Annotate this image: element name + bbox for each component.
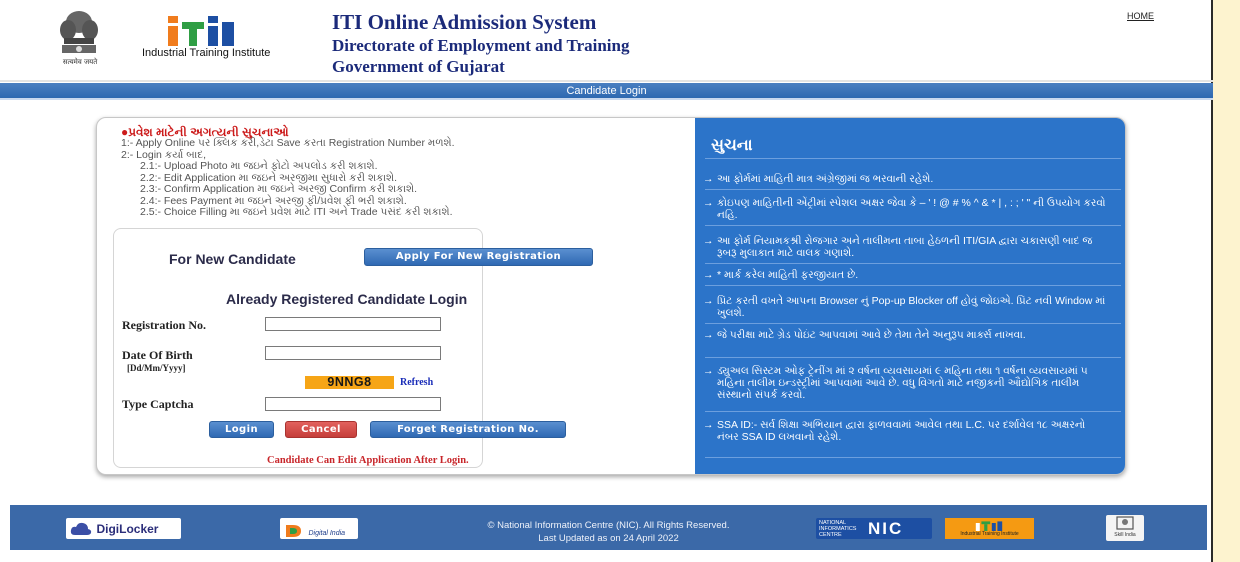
- iti-footer-icon: [975, 521, 1003, 531]
- registration-no-label: Registration No.: [122, 318, 206, 332]
- iti-logo-icon: [168, 16, 234, 46]
- site-header: सत्यमेव जयते Industrial Training Institu…: [0, 0, 1213, 82]
- dob-input[interactable]: [265, 346, 441, 360]
- edit-application-note: Candidate Can Edit Application After Log…: [267, 455, 469, 466]
- banner-title: Candidate Login: [566, 85, 647, 97]
- site-titles: ITI Online Admission System Directorate …: [332, 10, 629, 77]
- arrow-right-icon: →: [703, 295, 714, 307]
- site-footer: DigiLocker Digital India © National Info…: [10, 505, 1207, 550]
- captcha-input[interactable]: [265, 397, 441, 411]
- apply-new-registration-button[interactable]: Apply For New Registration: [364, 248, 593, 266]
- nic-small-caption: NATIONAL INFORMATICS CENTRE: [819, 520, 857, 538]
- skill-india-icon: [1116, 516, 1134, 530]
- instructions-title: સુચના: [711, 135, 753, 154]
- dob-format-hint: [Dd/Mm/Yyyy]: [127, 363, 186, 373]
- login-pane: ●પ્રવેશ માટેની અગત્યની સુચનાઓ 1:- Apply …: [97, 118, 695, 474]
- site-subtitle-directorate: Directorate of Employment and Training: [332, 36, 630, 55]
- arrow-right-icon: →: [703, 173, 714, 185]
- site-title: ITI Online Admission System: [332, 10, 597, 34]
- arrow-right-icon: →: [703, 329, 714, 341]
- home-link[interactable]: HOME: [1127, 11, 1154, 21]
- side-strip: [1213, 0, 1240, 562]
- arrow-right-icon: →: [703, 197, 714, 209]
- registration-no-input[interactable]: [265, 317, 441, 331]
- site-subtitle-government: Government of Gujarat: [332, 57, 505, 76]
- notice-item: 2.1:- Upload Photo મા જઇને ફોટો અપલોડ કર…: [140, 160, 378, 172]
- instructions-divider: [705, 411, 1121, 412]
- login-button[interactable]: Login: [209, 421, 274, 438]
- cancel-button[interactable]: Cancel: [285, 421, 357, 438]
- instructions-divider: [705, 285, 1121, 286]
- instructions-divider: [705, 158, 1121, 159]
- page-frame: सत्यमेव जयते Industrial Training Institu…: [0, 0, 1213, 562]
- arrow-right-icon: →: [703, 269, 714, 281]
- arrow-right-icon: →: [703, 235, 714, 247]
- logo-caption: Industrial Training Institute: [142, 47, 271, 59]
- notice-item: 1:- Apply Online પર ક્લિક કરી,ડેટા Save …: [121, 137, 455, 149]
- new-candidate-label: For New Candidate: [169, 251, 296, 267]
- instructions-divider: [705, 225, 1121, 226]
- arrow-right-icon: →: [703, 365, 714, 377]
- page-banner: Candidate Login: [0, 83, 1213, 100]
- captcha-refresh-link[interactable]: Refresh: [400, 377, 433, 388]
- notice-item: 2.5:- Choice Filling મા જઇને પ્રવેશ માટે…: [140, 206, 453, 218]
- header-divider: [0, 80, 1213, 82]
- skill-india-logo[interactable]: Skill India: [1106, 515, 1144, 541]
- notice-item: 2.3:- Confirm Application મા જઇને અરજી C…: [140, 183, 418, 195]
- skill-india-label: Skill India: [1114, 532, 1136, 538]
- already-registered-title: Already Registered Candidate Login: [226, 291, 468, 307]
- login-card: ●પ્રવેશ માટેની અગત્યની સુચનાઓ 1:- Apply …: [96, 117, 1126, 475]
- instructions-divider: [705, 263, 1121, 264]
- emblem-caption: सत्यमेव जयते: [62, 58, 98, 66]
- instructions-divider: [705, 189, 1121, 190]
- captcha-label: Type Captcha: [122, 397, 194, 411]
- dob-label: Date Of Birth: [122, 348, 193, 362]
- nic-logo[interactable]: NATIONAL INFORMATICS CENTRE NIC: [816, 518, 932, 539]
- iti-footer-caption: Industrial Training Institute: [960, 531, 1019, 537]
- nic-label: NIC: [868, 519, 904, 538]
- iti-footer-logo[interactable]: Industrial Training Institute: [945, 518, 1034, 539]
- national-emblem-icon: [56, 8, 102, 64]
- instructions-divider: [705, 457, 1121, 458]
- captcha-image: 9NNG8: [305, 376, 394, 389]
- forget-registration-button[interactable]: Forget Registration No.: [370, 421, 566, 438]
- instructions-panel: સુચના → આ ફોર્મમાં માહિતી માત્ર અંગ્રેજીમ…: [695, 118, 1125, 474]
- notice-list: 1:- Apply Online પર ક્લિક કરી,ડેટા Save …: [121, 137, 455, 219]
- instructions-divider: [705, 357, 1121, 358]
- arrow-right-icon: →: [703, 419, 714, 431]
- instructions-divider: [705, 323, 1121, 324]
